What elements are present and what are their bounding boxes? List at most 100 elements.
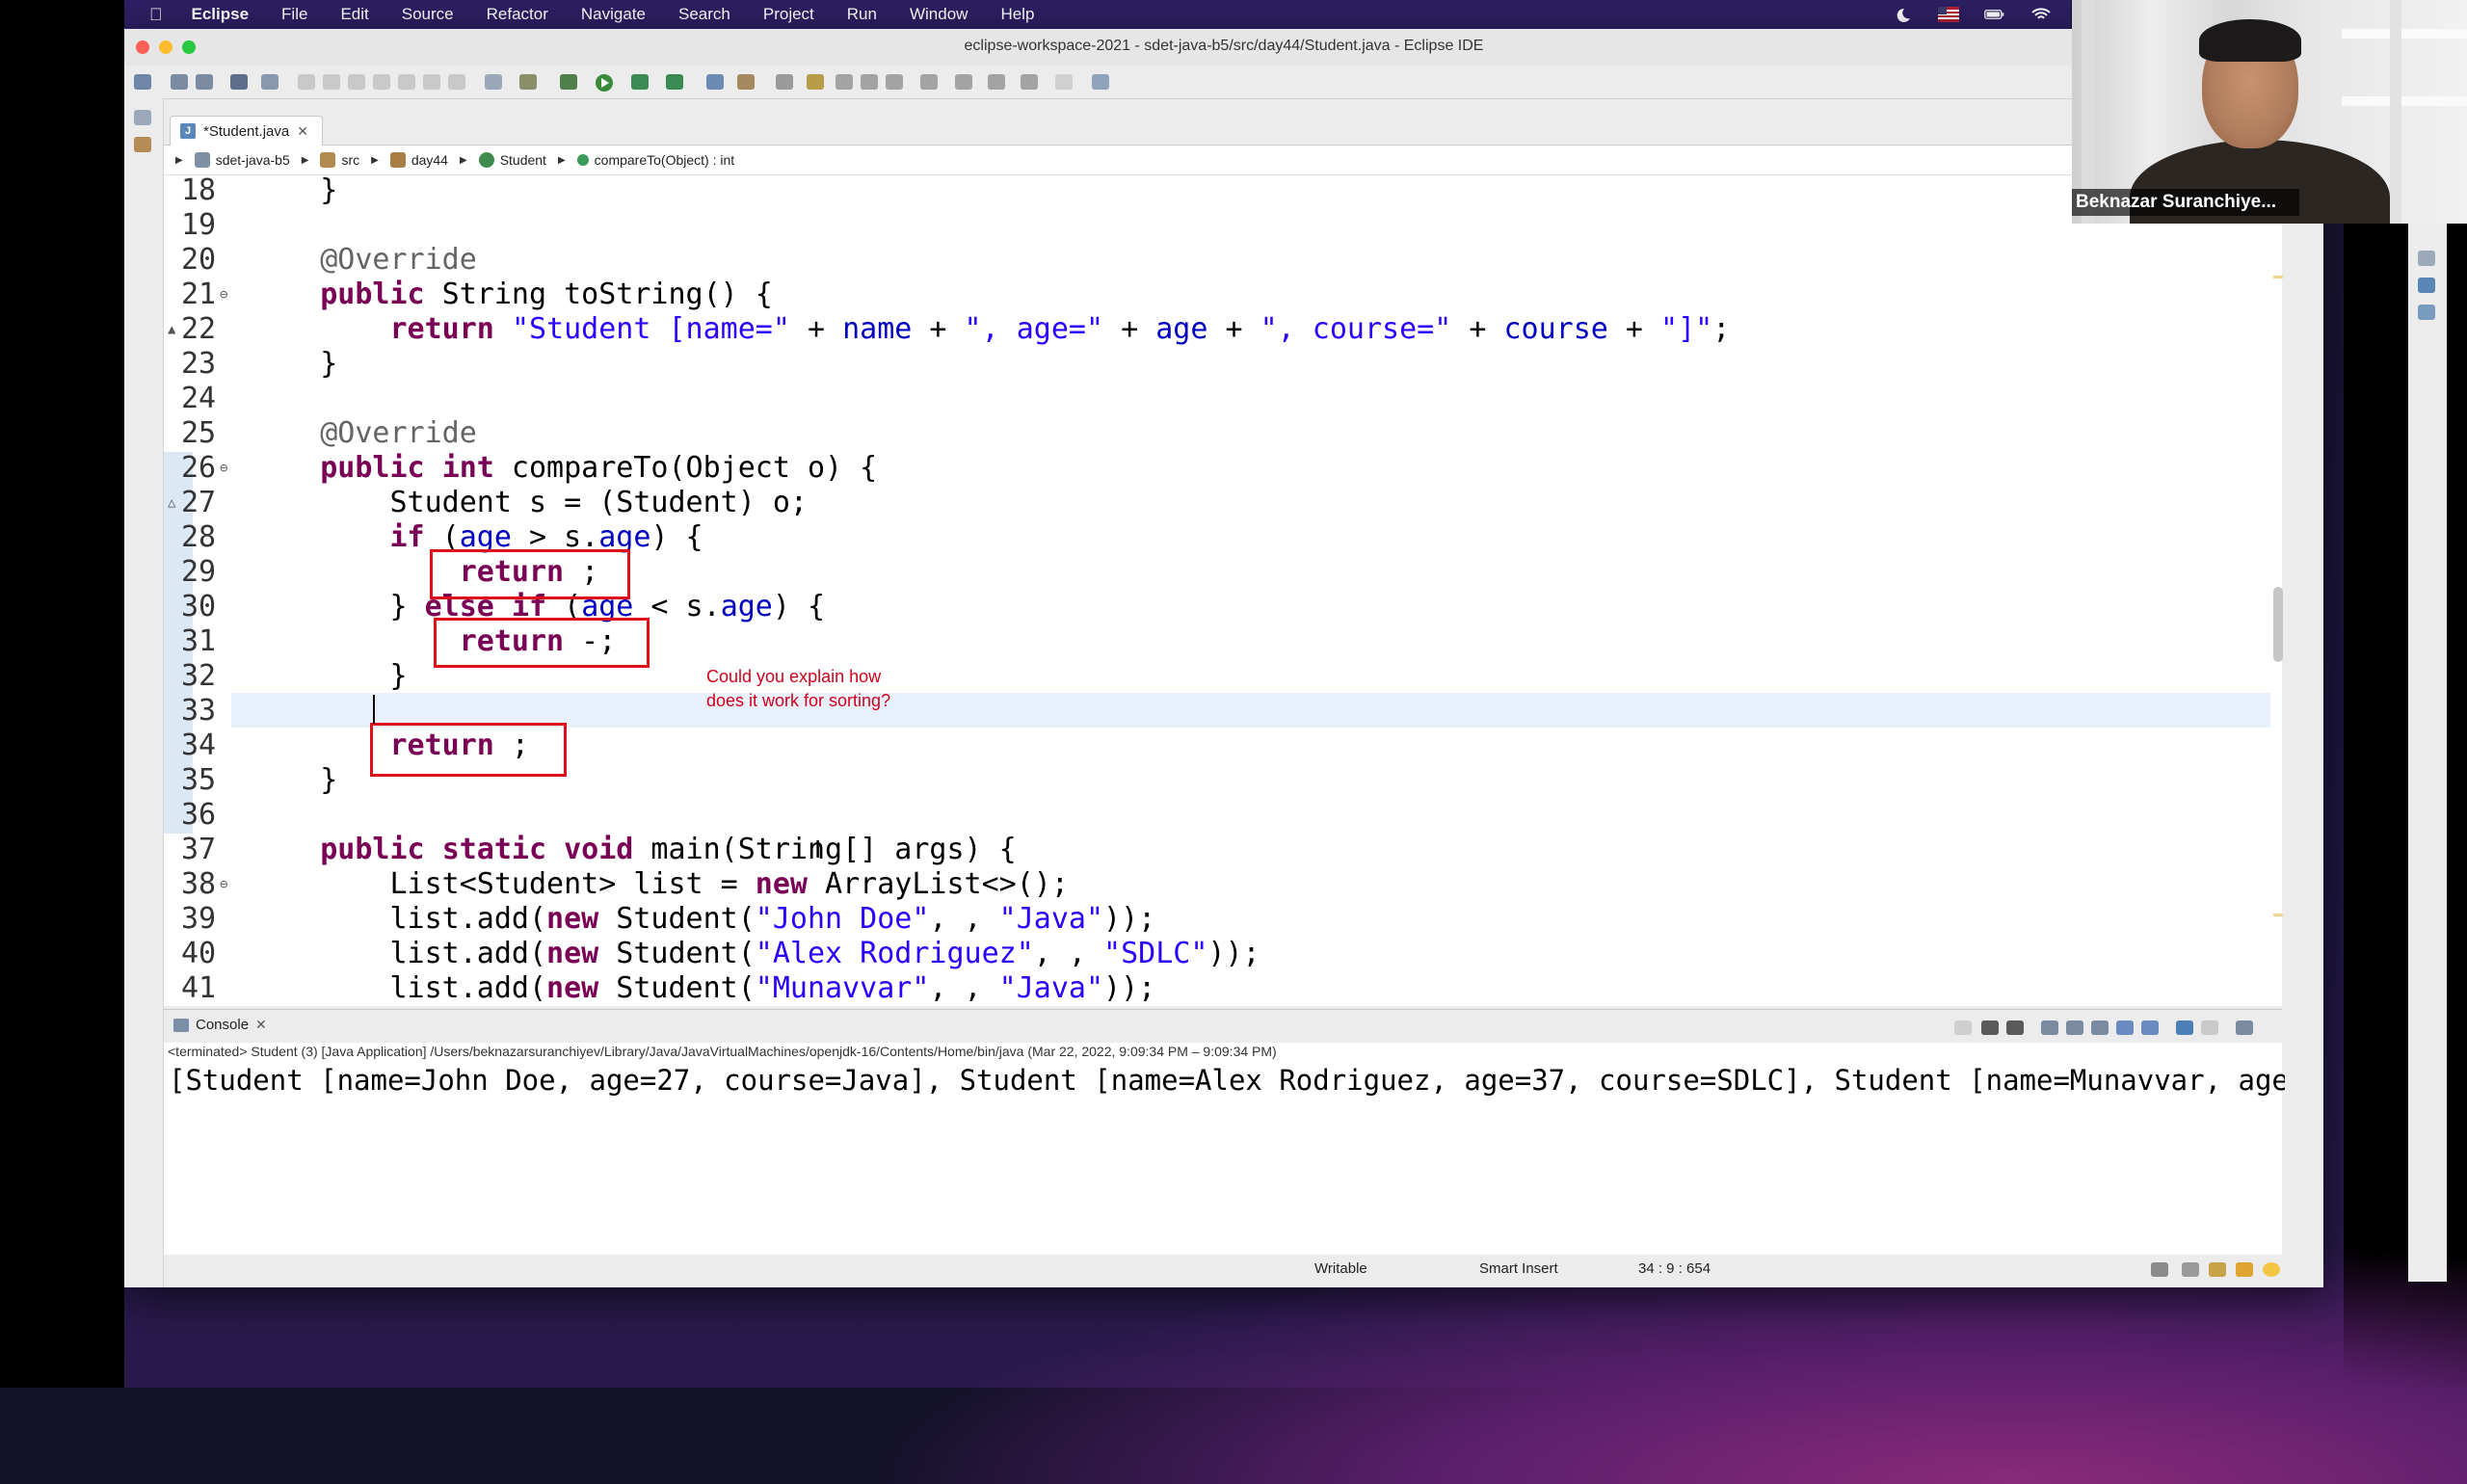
previous-annotation-icon[interactable] [955, 74, 972, 90]
code-line[interactable]: 20 @Override [164, 243, 2274, 278]
disconnect-icon[interactable] [373, 74, 390, 90]
last-edit-location-icon[interactable] [988, 74, 1005, 90]
menu-app-name[interactable]: Eclipse [192, 5, 250, 24]
menu-file[interactable]: File [281, 5, 307, 24]
menu-run[interactable]: Run [847, 5, 877, 24]
battery-icon[interactable] [1984, 7, 2005, 22]
code-line[interactable]: 36 [164, 798, 2274, 833]
menu-search[interactable]: Search [678, 5, 730, 24]
code-line[interactable]: 18 } [164, 173, 2274, 208]
open-console-icon[interactable] [230, 74, 248, 90]
tab-student-java[interactable]: J *Student.java ✕ [170, 116, 323, 146]
next-annotation-icon[interactable] [920, 74, 938, 90]
override-marker-icon[interactable]: ▲ [168, 312, 187, 347]
breadcrumb-arrow-icon[interactable]: ▶ [175, 155, 183, 166]
restore-icon[interactable] [134, 110, 151, 125]
suspend-icon[interactable] [323, 74, 340, 90]
code-line[interactable]: 21 ⊖ public String toString() { [164, 278, 2274, 312]
back-icon[interactable] [1021, 74, 1038, 90]
pin-console-icon[interactable] [2176, 1020, 2193, 1035]
breakpoints-icon[interactable] [2418, 278, 2435, 293]
external-tools-icon[interactable] [666, 74, 683, 90]
show-on-stderr-icon[interactable] [2141, 1020, 2159, 1035]
display-selected-console-icon[interactable] [2201, 1020, 2218, 1035]
wifi-icon[interactable] [2030, 7, 2052, 22]
remove-all-terminated-icon[interactable] [2006, 1020, 2024, 1035]
open-type-icon[interactable] [776, 74, 793, 90]
step-return-icon[interactable] [448, 74, 465, 90]
open-console-icon[interactable] [2236, 1020, 2253, 1035]
new-package-icon[interactable] [737, 74, 755, 90]
code-line[interactable]: 24 [164, 382, 2274, 416]
package-explorer-icon[interactable] [134, 137, 151, 152]
code-line[interactable]: 37 public static void main(String[] args… [164, 833, 2274, 867]
build-icon[interactable] [2236, 1262, 2253, 1277]
step-over-icon[interactable] [423, 74, 440, 90]
block-selection-icon[interactable] [861, 74, 878, 90]
scroll-lock-icon[interactable] [2066, 1020, 2083, 1035]
fold-toggle-icon[interactable]: ⊖ [220, 867, 239, 902]
breadcrumb-class[interactable]: Student [478, 152, 546, 168]
code-line[interactable]: 22 ▲ return "Student [name=" + name + ", … [164, 312, 2274, 347]
tab-console[interactable]: Console ✕ [173, 1017, 267, 1033]
code-line[interactable]: 40 list.add(new Student("Alex Rodriguez"… [164, 937, 2274, 971]
resume-icon[interactable] [298, 74, 315, 90]
editor-scrollbar[interactable] [2273, 587, 2283, 662]
code-line[interactable]: 23 } [164, 347, 2274, 382]
code-line[interactable]: 39 list.add(new Student("John Doe", , "J… [164, 902, 2274, 937]
fold-toggle-icon[interactable]: ⊖ [220, 278, 239, 312]
menu-refactor[interactable]: Refactor [487, 5, 548, 24]
close-console-icon[interactable]: ✕ [255, 1017, 267, 1033]
code-line[interactable]: 26 ⊖ public int compareTo(Object o) { [164, 451, 2274, 486]
show-whitespace-icon[interactable] [886, 74, 903, 90]
terminate-icon[interactable] [348, 74, 365, 90]
override-marker-icon[interactable]: △ [168, 486, 187, 520]
save-all-icon[interactable] [196, 74, 213, 90]
step-into-icon[interactable] [398, 74, 415, 90]
new-java-project-icon[interactable] [706, 74, 724, 90]
breadcrumb-project[interactable]: sdet-java-b5 [194, 152, 290, 168]
breadcrumb-method[interactable]: compareTo(Object) : int [576, 152, 734, 168]
menu-edit[interactable]: Edit [340, 5, 368, 24]
overview-ruler-mark[interactable] [2273, 276, 2283, 278]
tasks-icon[interactable] [2182, 1262, 2199, 1277]
close-tab-icon[interactable]: ✕ [297, 123, 308, 140]
code-line[interactable]: 19 [164, 208, 2274, 243]
heap-status-icon[interactable] [2151, 1262, 2168, 1277]
do-not-disturb-moon-icon[interactable] [1892, 7, 1913, 22]
toggle-mark-occurrences-icon[interactable] [807, 74, 824, 90]
notifications-icon[interactable] [2263, 1262, 2280, 1277]
expressions-icon[interactable] [2418, 305, 2435, 320]
menu-help[interactable]: Help [1000, 5, 1034, 24]
bookmarks-icon[interactable] [2209, 1262, 2226, 1277]
save-icon[interactable] [171, 74, 188, 90]
code-line[interactable]: 27 △ Student s = (Student) o; [164, 486, 2274, 520]
menu-navigate[interactable]: Navigate [581, 5, 646, 24]
show-on-stdout-icon[interactable] [2116, 1020, 2134, 1035]
remove-launch-icon[interactable] [1981, 1020, 1999, 1035]
pin-editor-icon[interactable] [1092, 74, 1109, 90]
menu-source[interactable]: Source [402, 5, 454, 24]
code-line[interactable]: 41 list.add(new Student("Munavvar", , "J… [164, 971, 2274, 1006]
apple-icon[interactable]:  [149, 5, 163, 25]
code-line[interactable]: 38 ⊖ List<Student> list = new ArrayList<>… [164, 867, 2274, 902]
menu-project[interactable]: Project [763, 5, 814, 24]
variables-icon[interactable] [2418, 251, 2435, 266]
run-icon[interactable] [595, 73, 614, 93]
toggle-word-wrap-icon[interactable] [836, 74, 853, 90]
us-flag-input-icon[interactable] [1938, 7, 1959, 22]
use-step-filters-icon[interactable] [519, 74, 537, 90]
coverage-icon[interactable] [631, 74, 649, 90]
breadcrumb-src[interactable]: src [320, 152, 359, 168]
word-wrap-icon[interactable] [2091, 1020, 2109, 1035]
overview-ruler-mark[interactable] [2273, 914, 2283, 916]
terminate-console-icon[interactable] [1954, 1020, 1972, 1035]
debug-icon[interactable] [560, 74, 577, 90]
new-icon[interactable] [134, 74, 151, 90]
menu-window[interactable]: Window [910, 5, 968, 24]
clear-console-icon[interactable] [2041, 1020, 2058, 1035]
forward-icon[interactable] [1055, 74, 1073, 90]
fold-toggle-icon[interactable]: ⊖ [220, 451, 239, 486]
breadcrumb-package[interactable]: day44 [389, 152, 448, 168]
drop-to-frame-icon[interactable] [485, 74, 502, 90]
